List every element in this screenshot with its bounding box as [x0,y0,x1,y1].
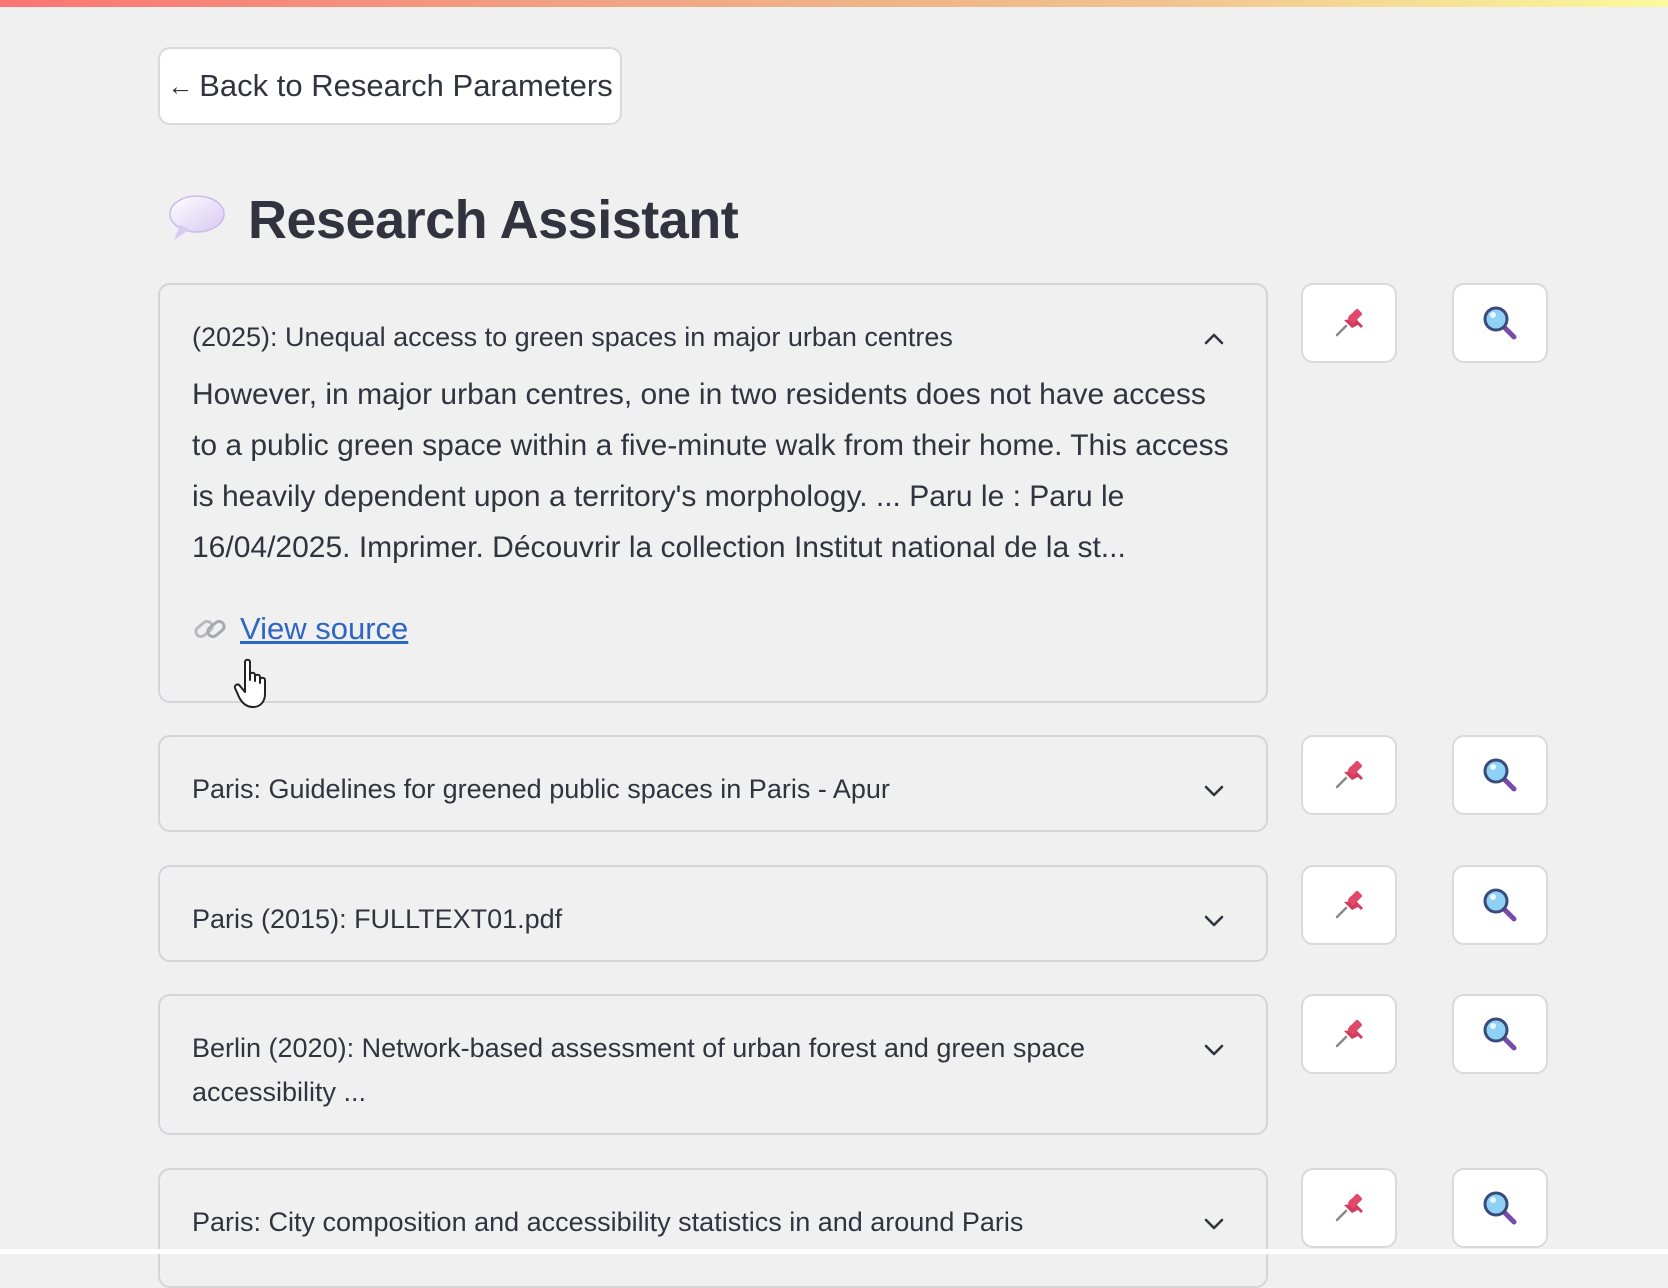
view-source-link[interactable]: View source [192,603,408,654]
chevron-up-icon[interactable] [1202,327,1226,351]
result-header[interactable]: Berlin (2020): Network-based assessment … [160,996,1266,1114]
link-icon [194,619,226,638]
chevron-down-icon[interactable] [1202,779,1226,803]
result-header[interactable]: (2025): Unequal access to green spaces i… [160,285,1266,359]
result-card: Paris: City composition and accessibilit… [158,1168,1268,1288]
pin-button[interactable] [1301,865,1397,945]
back-arrow-icon: ← [167,70,194,101]
research-assistant-page: ← Back to Research Parameters Research A… [0,0,1668,1288]
result-card: Paris (2015): FULLTEXT01.pdf [158,865,1268,962]
result-body: However, in major urban centres, one in … [160,359,1266,663]
result-card: Berlin (2020): Network-based assessment … [158,994,1268,1135]
pushpin-icon [1335,1020,1363,1048]
pushpin-icon [1335,761,1363,789]
search-button[interactable] [1452,994,1548,1074]
pushpin-icon [1335,891,1363,919]
result-title: Paris: City composition and accessibilit… [192,1207,1024,1237]
result-card: Paris: Guidelines for greened public spa… [158,735,1268,832]
chevron-down-icon[interactable] [1202,1212,1226,1236]
chevron-down-icon[interactable] [1202,1038,1226,1062]
pin-button[interactable] [1301,735,1397,815]
magnifier-icon [1483,758,1517,792]
result-snippet: However, in major urban centres, one in … [192,378,1229,564]
magnifier-icon [1483,1017,1517,1051]
pushpin-icon [1335,309,1363,337]
search-button[interactable] [1452,865,1548,945]
result-header[interactable]: Paris: City composition and accessibilit… [160,1170,1266,1244]
result-title: Berlin (2020): Network-based assessment … [192,1033,1085,1107]
result-card: (2025): Unequal access to green spaces i… [158,283,1268,703]
search-button[interactable] [1452,735,1548,815]
result-header[interactable]: Paris (2015): FULLTEXT01.pdf [160,867,1266,941]
pin-button[interactable] [1301,994,1397,1074]
hand-pointer-cursor-icon [233,658,266,708]
search-button[interactable] [1452,283,1548,363]
back-button-label: Back to Research Parameters [199,68,613,103]
view-source-label: View source [240,611,409,646]
page-title: Research Assistant [248,190,739,250]
pin-button[interactable] [1301,1168,1397,1248]
chevron-down-icon[interactable] [1202,909,1226,933]
pin-button[interactable] [1301,283,1397,363]
magnifier-icon [1483,888,1517,922]
back-to-parameters-button[interactable]: ← Back to Research Parameters [158,47,622,125]
magnifier-icon [1483,306,1517,340]
result-header[interactable]: Paris: Guidelines for greened public spa… [160,737,1266,811]
pushpin-icon [1335,1194,1363,1222]
result-title: Paris (2015): FULLTEXT01.pdf [192,904,563,934]
result-title: (2025): Unequal access to green spaces i… [192,322,953,352]
top-decoration-bar [0,0,1668,7]
search-button[interactable] [1452,1168,1548,1248]
page-header: Research Assistant [166,180,739,260]
magnifier-icon [1483,1191,1517,1225]
bottom-edge [0,1249,1668,1254]
speech-bubble-icon [169,195,225,240]
result-title: Paris: Guidelines for greened public spa… [192,774,890,804]
